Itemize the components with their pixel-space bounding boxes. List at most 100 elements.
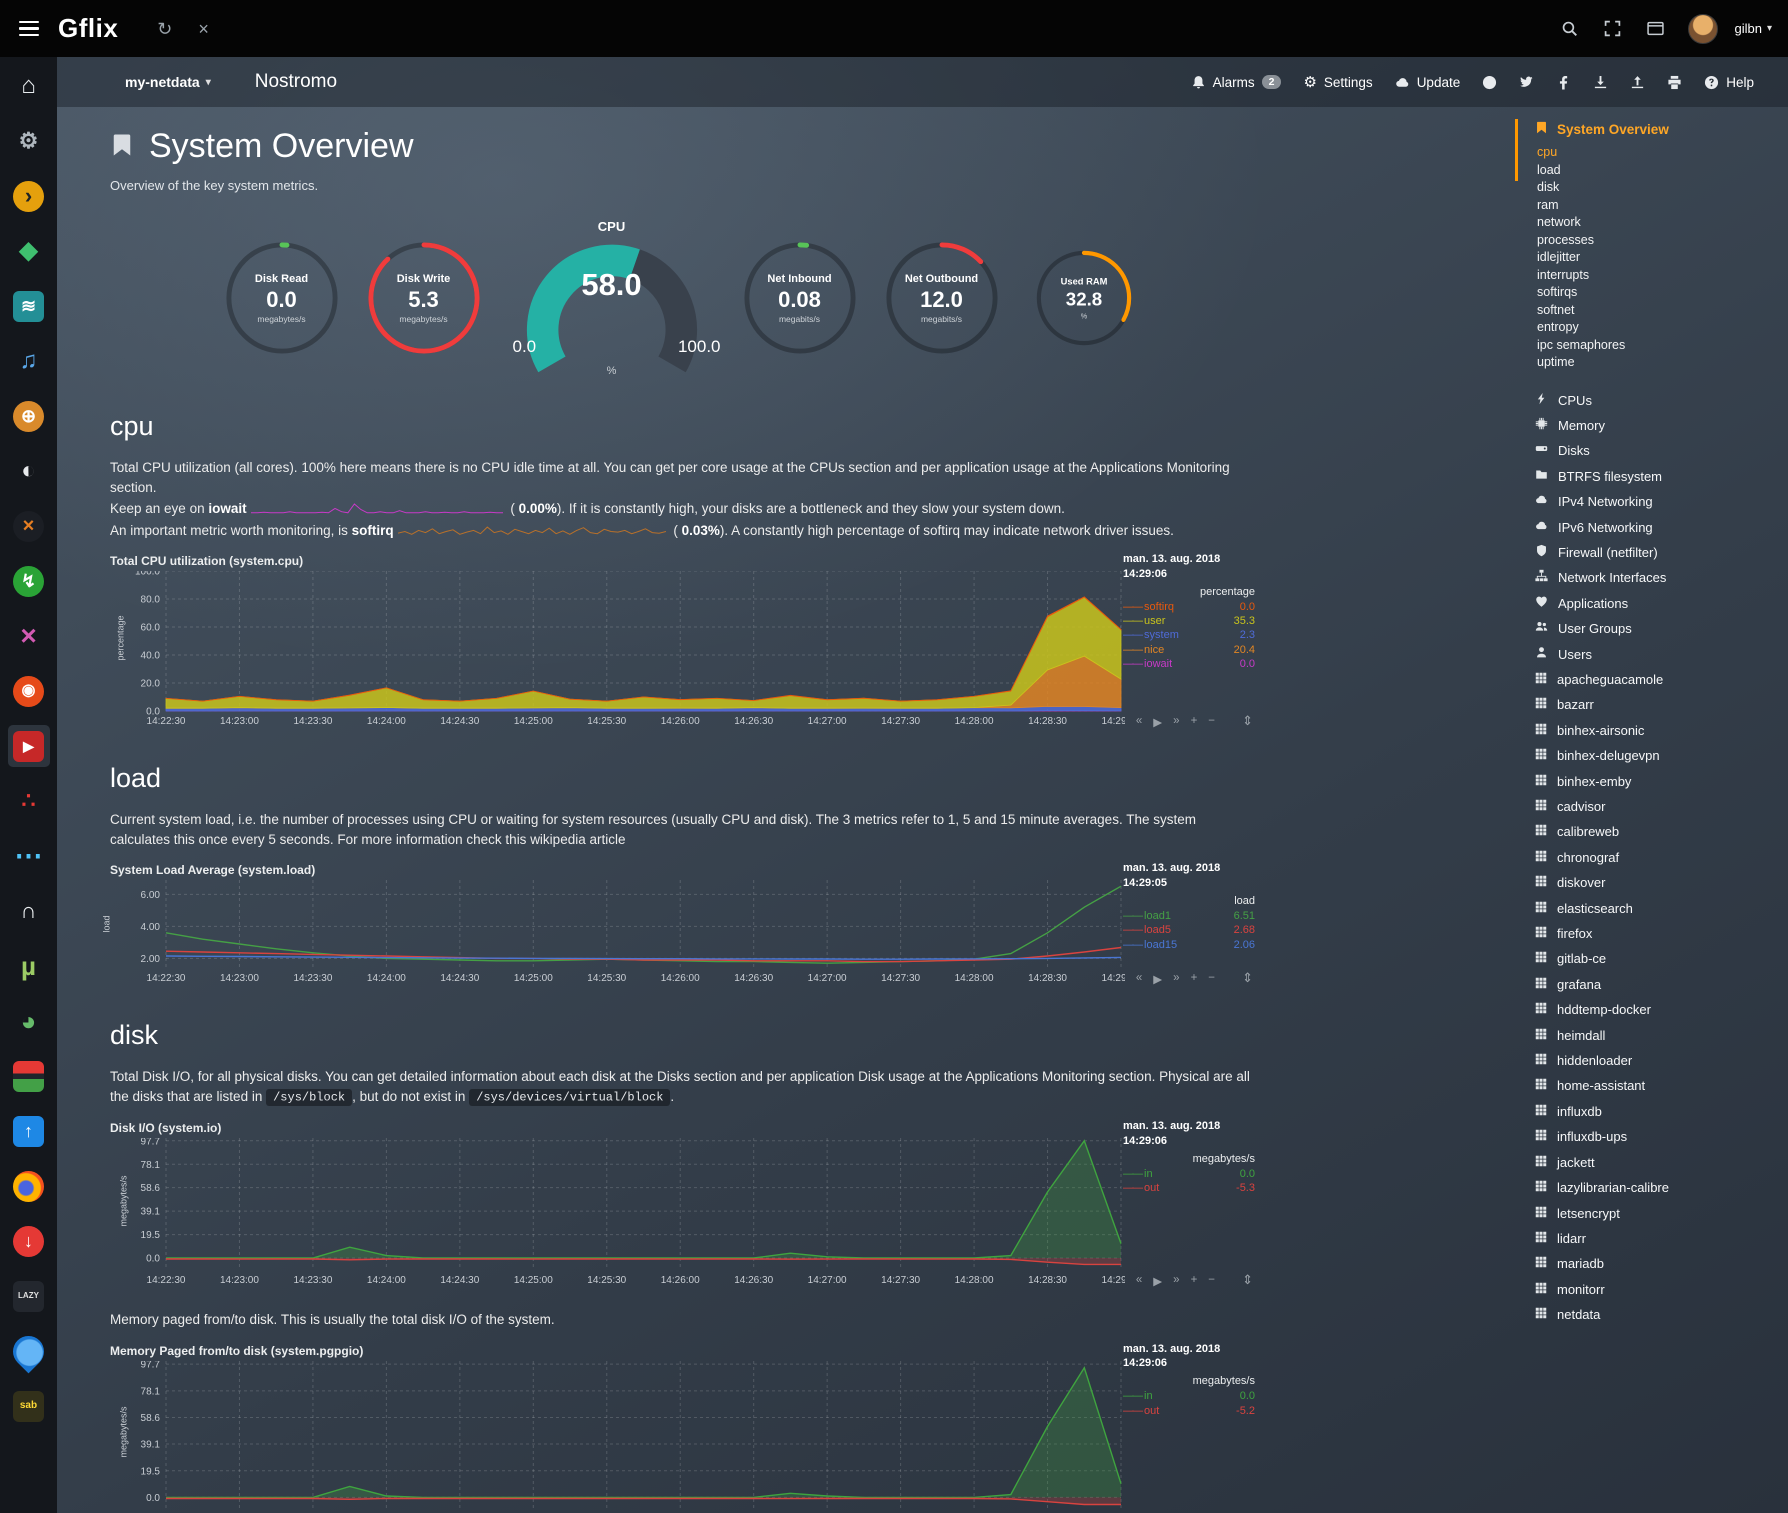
legend-dimension-in[interactable]: —— in0.0 [1123,1167,1255,1181]
sidebar-app-binhex-emby[interactable]: binhex-emby [1535,769,1780,794]
legend-dimension-load15[interactable]: —— load152.06 [1123,938,1255,952]
sidebar-link-cpu[interactable]: cpu [1537,144,1780,162]
sidebar-app-letsencrypt[interactable]: letsencrypt [1535,1201,1780,1226]
pan-forward-icon[interactable]: » [1173,1274,1179,1288]
sidebar-app-gitlab-ce[interactable]: gitlab-ce [1535,946,1780,971]
pan-forward-icon[interactable]: » [1173,972,1179,986]
sidebar-app-home-assistant[interactable]: home-assistant [1535,1073,1780,1098]
legend-dimension-out[interactable]: —— out-5.2 [1123,1404,1255,1418]
sidebar-app-cadvisor[interactable]: cadvisor [1535,794,1780,819]
legend-dimension-iowait[interactable]: —— iowait0.0 [1123,657,1255,671]
sidebar-app-calibreweb[interactable]: calibreweb [1535,819,1780,844]
zoom-in-icon[interactable]: + [1191,715,1198,729]
window-icon[interactable] [1639,12,1673,46]
settings-gear-icon[interactable]: ⚙ [8,120,50,162]
app-firefox-icon[interactable] [8,1165,50,1207]
app-organizr-icon[interactable]: × [8,505,50,547]
sidebar-link-load[interactable]: load [1537,162,1780,180]
sidebar-link-disk[interactable]: disk [1537,179,1780,197]
sidebar-section-ipv6-networking[interactable]: IPv6 Networking [1535,515,1780,540]
zoom-out-icon[interactable]: − [1208,715,1215,729]
zoom-out-icon[interactable]: − [1208,972,1215,986]
legend-dimension-load5[interactable]: —— load52.68 [1123,923,1255,937]
sidebar-app-firefox[interactable]: firefox [1535,921,1780,946]
nav-twitter-icon[interactable] [1519,75,1534,90]
sidebar-app-lidarr[interactable]: lidarr [1535,1226,1780,1251]
sidebar-link-softnet[interactable]: softnet [1537,302,1780,320]
sidebar-link-ram[interactable]: ram [1537,197,1780,215]
app-soundbars-icon[interactable]: ♫ [8,340,50,382]
sidebar-section-cpus[interactable]: CPUs [1535,388,1780,413]
user-avatar[interactable] [1688,14,1718,44]
sidebar-section-disks[interactable]: Disks [1535,438,1780,463]
play-icon[interactable]: ▶ [1153,1274,1162,1288]
server-dropdown[interactable]: my-netdata ▾ [125,74,211,90]
sidebar-link-ipc-semaphores[interactable]: ipc semaphores [1537,337,1780,355]
sidebar-app-hddtemp-docker[interactable]: hddtemp-docker [1535,997,1780,1022]
gauge-used-ram[interactable]: Used RAM 32.8 % [1033,248,1133,348]
sidebar-app-lazylibrarian-calibre[interactable]: lazylibrarian-calibre [1535,1175,1780,1200]
wikipedia-link[interactable]: wikipedia article [530,832,625,847]
app-traffic-bars-icon[interactable] [8,1055,50,1097]
app-prometheus-icon[interactable]: ◉ [8,670,50,712]
sidebar-link-entropy[interactable]: entropy [1537,319,1780,337]
gauge-net-inbound[interactable]: Net Inbound 0.08 megabits/s [741,239,859,357]
sidebar-app-apacheguacamole[interactable]: apacheguacamole [1535,667,1780,692]
sidebar-app-grafana[interactable]: grafana [1535,972,1780,997]
legend-dimension-load1[interactable]: —— load16.51 [1123,909,1255,923]
nav-print-icon[interactable] [1667,75,1682,90]
play-icon[interactable]: ▶ [1153,972,1162,986]
app-dots-icon[interactable]: ∴ [8,780,50,822]
pan-backward-icon[interactable]: « [1136,972,1142,986]
sidebar-section-btrfs-filesystem[interactable]: BTRFS filesystem [1535,464,1780,489]
nav-alarms[interactable]: Alarms2 [1191,75,1282,90]
sidebar-app-netdata[interactable]: netdata [1535,1302,1780,1327]
sidebar-app-chronograf[interactable]: chronograf [1535,845,1780,870]
gauge-disk-read[interactable]: Disk Read 0.0 megabytes/s [223,239,341,357]
sidebar-section-memory[interactable]: Memory [1535,413,1780,438]
sidebar-app-influxdb-ups[interactable]: influxdb-ups [1535,1124,1780,1149]
sidebar-app-bazarr[interactable]: bazarr [1535,692,1780,717]
zoom-in-icon[interactable]: + [1191,972,1198,986]
nav-update[interactable]: Update [1395,75,1461,90]
sidebar-link-uptime[interactable]: uptime [1537,354,1780,372]
app-shield-play-icon[interactable]: ▶ [8,725,50,767]
sidebar-app-elasticsearch[interactable]: elasticsearch [1535,896,1780,921]
nav-settings[interactable]: ⚙Settings [1303,73,1372,91]
menu-icon[interactable] [0,0,58,57]
sidebar-link-softirqs[interactable]: softirqs [1537,284,1780,302]
sidebar-app-hiddenloader[interactable]: hiddenloader [1535,1048,1780,1073]
app-kodi-icon[interactable]: ◐ [8,450,50,492]
chart-resize-handle[interactable]: ⇕ [1242,1272,1253,1288]
nav-help[interactable]: Help [1704,75,1754,90]
sidebar-link-processes[interactable]: processes [1537,232,1780,250]
sidebar-section-applications[interactable]: Applications [1535,591,1780,616]
nav-github-icon[interactable] [1482,75,1497,90]
sidebar-app-mariadb[interactable]: mariadb [1535,1251,1780,1276]
home-icon[interactable]: ⌂ [8,65,50,107]
sidebar-section-user-groups[interactable]: User Groups [1535,616,1780,641]
legend-dimension-user[interactable]: —— user35.3 [1123,614,1255,628]
user-menu[interactable]: gilbn ▾ [1735,21,1773,36]
sidebar-app-binhex-airsonic[interactable]: binhex-airsonic [1535,718,1780,743]
nav-upload-icon[interactable] [1630,75,1645,90]
legend-dimension-softirq[interactable]: —— softirq0.0 [1123,600,1255,614]
fullscreen-icon[interactable] [1596,12,1630,46]
app-sabnzbd-icon[interactable]: sab [8,1385,50,1427]
chart-load-average[interactable]: System Load Average (system.load) 2.004.… [110,863,1255,986]
chart-memory-paged[interactable]: Memory Paged from/to disk (system.pgpgio… [110,1344,1255,1513]
close-icon[interactable]: × [198,20,209,38]
chart-disk-io[interactable]: Disk I/O (system.io) 0.019.539.158.678.1… [110,1121,1255,1288]
app-lazylibrarian-icon[interactable]: LAZY [8,1275,50,1317]
pan-backward-icon[interactable]: « [1136,1274,1142,1288]
sidebar-app-diskover[interactable]: diskover [1535,870,1780,895]
legend-dimension-out[interactable]: —— out-5.3 [1123,1181,1255,1195]
app-jackett-icon[interactable]: ⊕ [8,395,50,437]
nav-facebook-icon[interactable] [1556,75,1571,90]
app-down-arrow-icon[interactable]: ↓ [8,1220,50,1262]
search-icon[interactable] [1553,12,1587,46]
play-icon[interactable]: ▶ [1153,715,1162,729]
app-deluge-icon[interactable] [8,1330,50,1372]
sidebar-link-interrupts[interactable]: interrupts [1537,267,1780,285]
nav-download-icon[interactable] [1593,75,1608,90]
